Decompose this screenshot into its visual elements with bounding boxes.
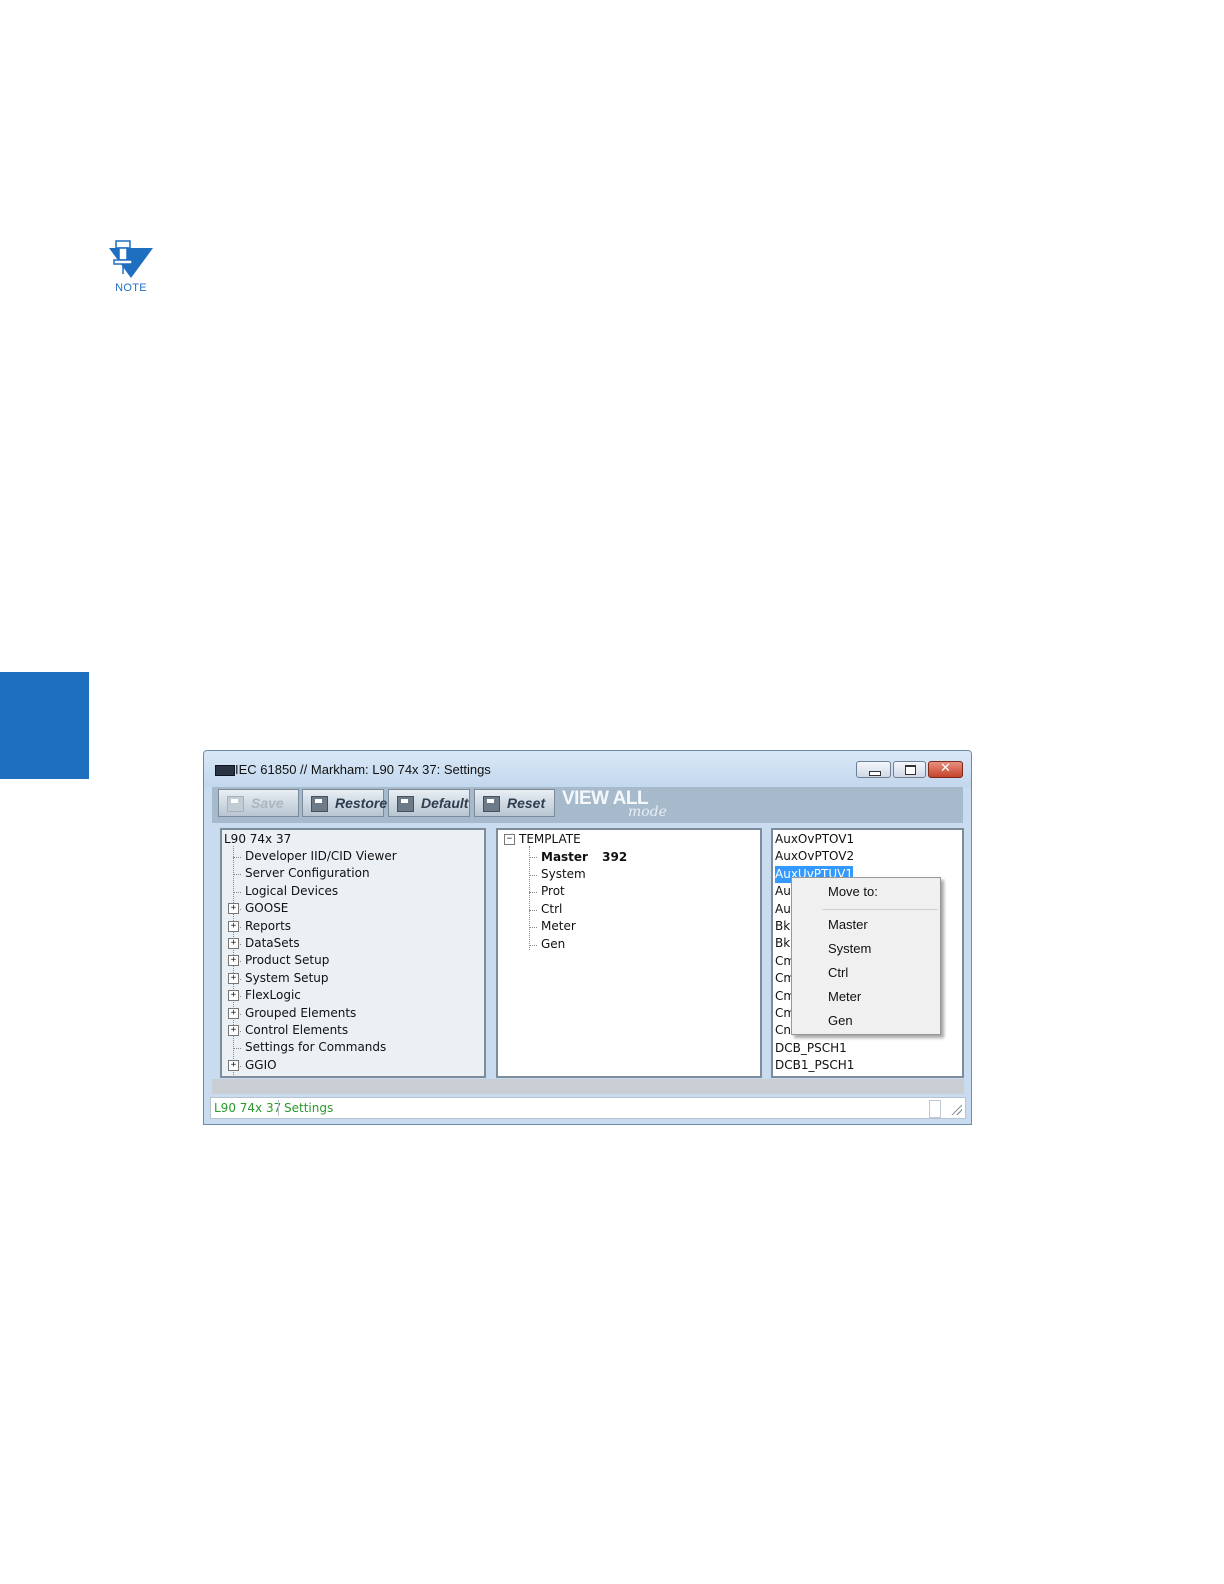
- template-tree-panel[interactable]: − TEMPLATE Master 392 System Prot Ctrl Mete…: [496, 828, 762, 1078]
- context-menu-item[interactable]: Meter: [828, 989, 861, 1004]
- device-app-icon: [215, 765, 235, 776]
- expand-icon[interactable]: +: [228, 972, 239, 984]
- maximize-icon: [905, 765, 916, 775]
- template-branch: [529, 892, 537, 894]
- default-icon: [397, 796, 414, 812]
- expand-icon[interactable]: +: [228, 903, 239, 915]
- tree-item[interactable]: Server Configuration: [245, 865, 370, 882]
- default-label: Default: [421, 795, 469, 811]
- template-item[interactable]: System: [541, 866, 586, 883]
- save-label: Save: [251, 795, 284, 811]
- tree-branch: [233, 874, 241, 876]
- restore-icon: [311, 796, 328, 812]
- expand-icon[interactable]: +: [228, 990, 239, 1002]
- chapter-side-tab: [0, 672, 89, 779]
- list-item[interactable]: Cn: [775, 1022, 791, 1039]
- tree-item[interactable]: Reports: [245, 918, 291, 935]
- note-label: NOTE: [115, 282, 147, 294]
- template-item[interactable]: Prot: [541, 883, 565, 900]
- template-item[interactable]: Gen: [541, 936, 565, 953]
- expand-icon[interactable]: +: [228, 938, 239, 949]
- tree-item[interactable]: Product Setup: [245, 952, 329, 969]
- status-mode: Settings: [284, 1101, 334, 1115]
- template-item-master[interactable]: Master 392: [541, 849, 627, 866]
- default-button[interactable]: Default: [388, 789, 470, 817]
- expand-icon[interactable]: +: [228, 1007, 239, 1019]
- tree-branch: [233, 891, 241, 893]
- save-button[interactable]: Save: [218, 789, 299, 817]
- list-item[interactable]: Au: [775, 901, 791, 918]
- window-title: IEC 61850 // Markham: L90 74x 37: Settin…: [235, 762, 491, 777]
- tree-root[interactable]: L90 74x 37: [224, 831, 291, 848]
- list-item[interactable]: AuxOvPTOV1: [775, 831, 854, 848]
- toolbar: Save Restore Default Reset VIEW ALL mode: [212, 787, 963, 823]
- status-device: L90 74x 37: [214, 1101, 282, 1115]
- move-to-context-menu: Move to: Master System Ctrl Meter Gen: [791, 877, 941, 1035]
- restore-label: Restore: [335, 795, 388, 811]
- template-branch: [529, 857, 537, 858]
- horizontal-scrollbar[interactable]: [212, 1079, 964, 1094]
- template-item[interactable]: Ctrl: [541, 901, 562, 918]
- maximize-button[interactable]: [893, 761, 926, 778]
- collapse-icon[interactable]: −: [504, 834, 515, 845]
- status-panel-box: [929, 1100, 941, 1118]
- template-branch: [529, 927, 537, 929]
- master-count: 392: [602, 850, 628, 864]
- tree-branch: [233, 1048, 241, 1050]
- note-pushpin-icon: [109, 240, 153, 278]
- context-menu-item[interactable]: Ctrl: [828, 965, 848, 980]
- reset-button[interactable]: Reset: [474, 789, 555, 817]
- template-item[interactable]: Meter: [541, 918, 576, 935]
- reset-icon: [483, 796, 500, 812]
- tree-item[interactable]: Settings for Commands: [245, 1039, 386, 1056]
- tree-item[interactable]: System Setup: [245, 970, 329, 987]
- minimize-button[interactable]: [856, 761, 891, 778]
- list-item[interactable]: Au: [775, 883, 791, 900]
- restore-button[interactable]: Restore: [302, 789, 388, 817]
- mode-label: mode: [628, 804, 667, 820]
- tree-item[interactable]: FlexLogic: [245, 987, 301, 1004]
- list-item[interactable]: DCB1_PSCH1: [775, 1057, 854, 1074]
- resize-grip-icon[interactable]: [950, 1103, 962, 1115]
- context-menu-header: Move to:: [828, 884, 878, 899]
- tree-item[interactable]: GGIO: [245, 1057, 277, 1074]
- tree-item[interactable]: Developer IID/CID Viewer: [245, 848, 397, 865]
- master-label: Master: [541, 850, 588, 864]
- tree-branch: [233, 857, 241, 858]
- context-menu-item[interactable]: Gen: [828, 1013, 853, 1028]
- status-divider: [278, 1100, 279, 1116]
- close-button[interactable]: ✕: [928, 761, 963, 778]
- expand-icon[interactable]: +: [228, 1025, 239, 1036]
- template-branch: [529, 875, 537, 876]
- tree-item[interactable]: Control Elements: [245, 1022, 348, 1039]
- context-menu-separator: [822, 909, 938, 910]
- template-branch: [529, 909, 537, 911]
- tree-item[interactable]: Grouped Elements: [245, 1005, 356, 1022]
- reset-label: Reset: [507, 795, 546, 811]
- minimize-icon: [869, 771, 881, 776]
- expand-icon[interactable]: +: [228, 920, 239, 932]
- status-bar: L90 74x 37 Settings: [210, 1097, 966, 1119]
- tree-item[interactable]: Logical Devices: [245, 883, 338, 900]
- tree-item[interactable]: GOOSE: [245, 900, 288, 917]
- expand-icon[interactable]: +: [228, 1059, 239, 1071]
- list-item[interactable]: AuxOvPTOV2: [775, 848, 854, 865]
- settings-window: IEC 61850 // Markham: L90 74x 37: Settin…: [203, 750, 972, 1125]
- save-icon: [227, 796, 244, 812]
- template-guide: [529, 846, 530, 950]
- settings-tree-panel[interactable]: L90 74x 37 Developer IID/CID Viewer Serve…: [220, 828, 486, 1078]
- list-item[interactable]: DCB_PSCH1: [775, 1040, 847, 1057]
- context-menu-item[interactable]: Master: [828, 917, 868, 932]
- title-bar[interactable]: IEC 61850 // Markham: L90 74x 37: Settin…: [204, 751, 971, 787]
- context-menu-item[interactable]: System: [828, 941, 871, 956]
- tree-item[interactable]: DataSets: [245, 935, 300, 952]
- expand-icon[interactable]: +: [228, 955, 239, 967]
- template-branch: [529, 944, 537, 946]
- close-icon: ✕: [940, 761, 951, 776]
- note-marker: NOTE: [106, 240, 156, 298]
